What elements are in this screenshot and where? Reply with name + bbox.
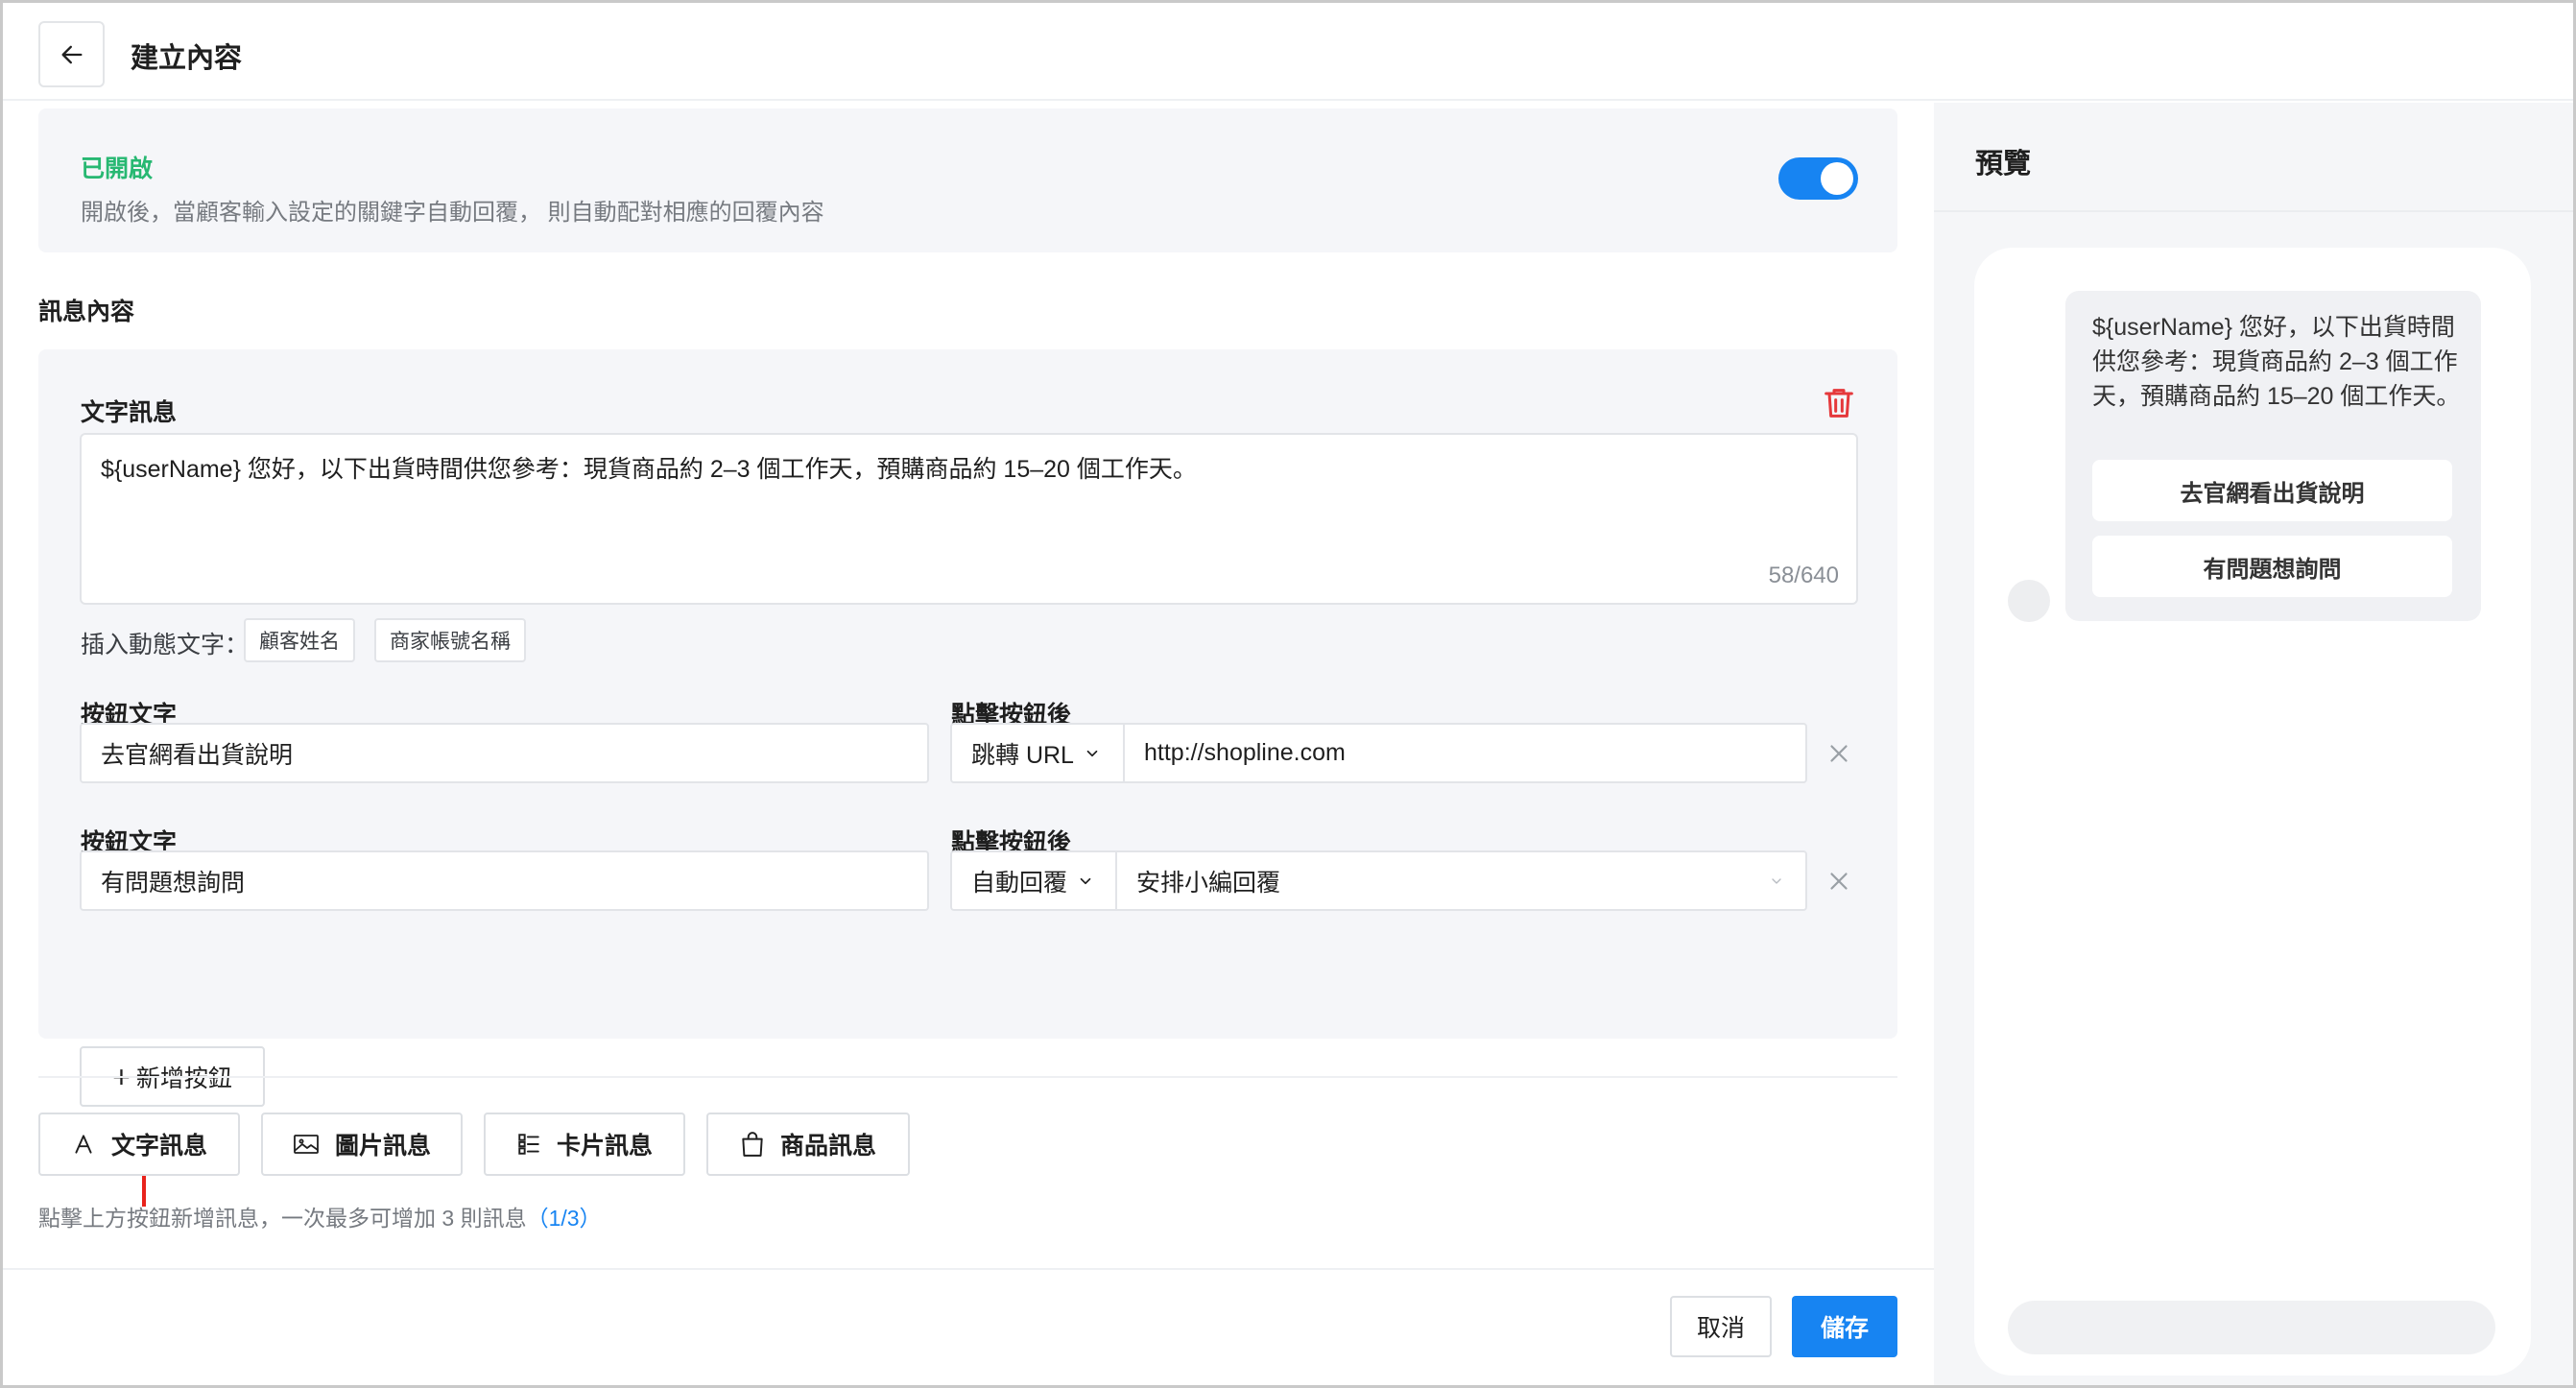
auto-reply-switch[interactable]	[1778, 157, 1858, 200]
reply-select-value: 安排小編回覆	[1136, 869, 1281, 897]
message-textarea[interactable]: ${userName} 您好，以下出貨時間供您參考：現貨商品約 2–3 個工作天…	[80, 433, 1858, 605]
preview-title: 預覽	[1975, 149, 2032, 179]
add-card-message-button[interactable]: 卡片訊息	[484, 1113, 685, 1176]
add-image-message-button[interactable]: 圖片訊息	[261, 1113, 463, 1176]
message-text: ${userName} 您好，以下出貨時間供您參考：現貨商品約 2–3 個工作天…	[101, 456, 1197, 483]
chevron-down-icon	[1772, 878, 1781, 884]
auto-reply-toggle-card: 已開啟 開啟後，當顧客輸入設定的關鍵字自動回覆， 則自動配對相應的回覆內容	[38, 108, 1897, 252]
preview-panel: 預覽 ${userName} 您好，以下出貨時間供您參考：現貨商品約 2–3 個…	[1934, 103, 2573, 1385]
type-label: 卡片訊息	[556, 1133, 653, 1160]
switch-knob	[1821, 162, 1853, 195]
type-label: 文字訊息	[110, 1133, 207, 1160]
action-type-select[interactable]: 跳轉 URL	[950, 723, 1125, 783]
phone-preview: ${userName} 您好，以下出貨時間供您參考：現貨商品約 2–3 個工作天…	[1974, 248, 2531, 1376]
remove-button-icon[interactable]	[1825, 867, 1853, 896]
enabled-status-label: 已開啟	[81, 156, 154, 182]
message-limit-hint: 點擊上方按鈕新增訊息，一次最多可增加 3 則訊息（1/3）	[38, 1200, 602, 1232]
chat-input-bar	[2008, 1301, 2495, 1354]
chevron-down-icon	[1086, 750, 1098, 756]
preview-button-1[interactable]: 去官網看出貨說明	[2092, 460, 2452, 521]
bubble-text: ${userName} 您好，以下出貨時間供您參考：現貨商品約 2–3 個工作天…	[2092, 314, 2461, 410]
reply-select[interactable]: 安排小編回覆	[1115, 850, 1807, 911]
action-type-value: 自動回覆	[971, 869, 1068, 897]
button-text-input[interactable]: 有問題想詢問	[80, 850, 929, 911]
type-label: 商品訊息	[779, 1133, 876, 1160]
divider	[3, 1268, 1934, 1270]
top-header: 建立內容	[3, 3, 2573, 101]
action-type-select[interactable]: 自動回覆	[950, 850, 1117, 911]
char-counter: 58/640	[1768, 562, 1839, 588]
avatar	[2008, 580, 2050, 622]
arrow-left-icon	[61, 45, 83, 63]
image-icon	[294, 1135, 319, 1154]
preview-button-2[interactable]: 有問題想詢問	[2092, 536, 2452, 597]
insert-chip-customer-name[interactable]: 顧客姓名	[244, 618, 355, 662]
remove-button-icon[interactable]	[1825, 739, 1853, 768]
divider	[1934, 210, 2573, 212]
add-product-message-button[interactable]: 商品訊息	[706, 1113, 910, 1176]
chevron-down-icon	[1080, 877, 1091, 884]
back-button[interactable]	[38, 21, 105, 87]
action-type-value: 跳轉 URL	[971, 741, 1074, 769]
text-message-card: 文字訊息 ${userName} 您好，以下出貨時間供您參考：現貨商品約 2–3…	[38, 349, 1897, 1107]
shopping-bag-icon	[742, 1132, 763, 1157]
page-title: 建立內容	[131, 43, 243, 74]
text-icon	[75, 1135, 92, 1154]
divider	[38, 1076, 1897, 1078]
url-input[interactable]: http://shopline.com	[1123, 723, 1807, 783]
message-section-title: 訊息內容	[38, 299, 135, 325]
trash-icon[interactable]	[1820, 384, 1858, 422]
type-label: 圖片訊息	[334, 1133, 431, 1160]
card-list-icon	[518, 1134, 539, 1155]
button-text-input[interactable]: 去官網看出貨說明	[80, 723, 929, 783]
save-button[interactable]: 儲存	[1792, 1296, 1897, 1357]
hint-count: （1/3）	[526, 1206, 602, 1231]
enabled-description: 開啟後，當顧客輸入設定的關鍵字自動回覆， 則自動配對相應的回覆內容	[81, 200, 824, 226]
editor-panel: 已開啟 開啟後，當顧客輸入設定的關鍵字自動回覆， 則自動配對相應的回覆內容 訊息…	[3, 103, 1934, 1385]
message-bubble: ${userName} 您好，以下出貨時間供您參考：現貨商品約 2–3 個工作天…	[2065, 291, 2481, 621]
insert-chip-merchant-name[interactable]: 商家帳號名稱	[374, 618, 526, 662]
hint-text: 點擊上方按鈕新增訊息，一次最多可增加 3 則訊息	[38, 1206, 527, 1231]
add-text-message-button[interactable]: 文字訊息	[38, 1113, 240, 1176]
text-message-title: 文字訊息	[81, 399, 178, 426]
cancel-button[interactable]: 取消	[1670, 1296, 1772, 1357]
insert-dynamic-label: 插入動態文字：	[81, 632, 250, 658]
